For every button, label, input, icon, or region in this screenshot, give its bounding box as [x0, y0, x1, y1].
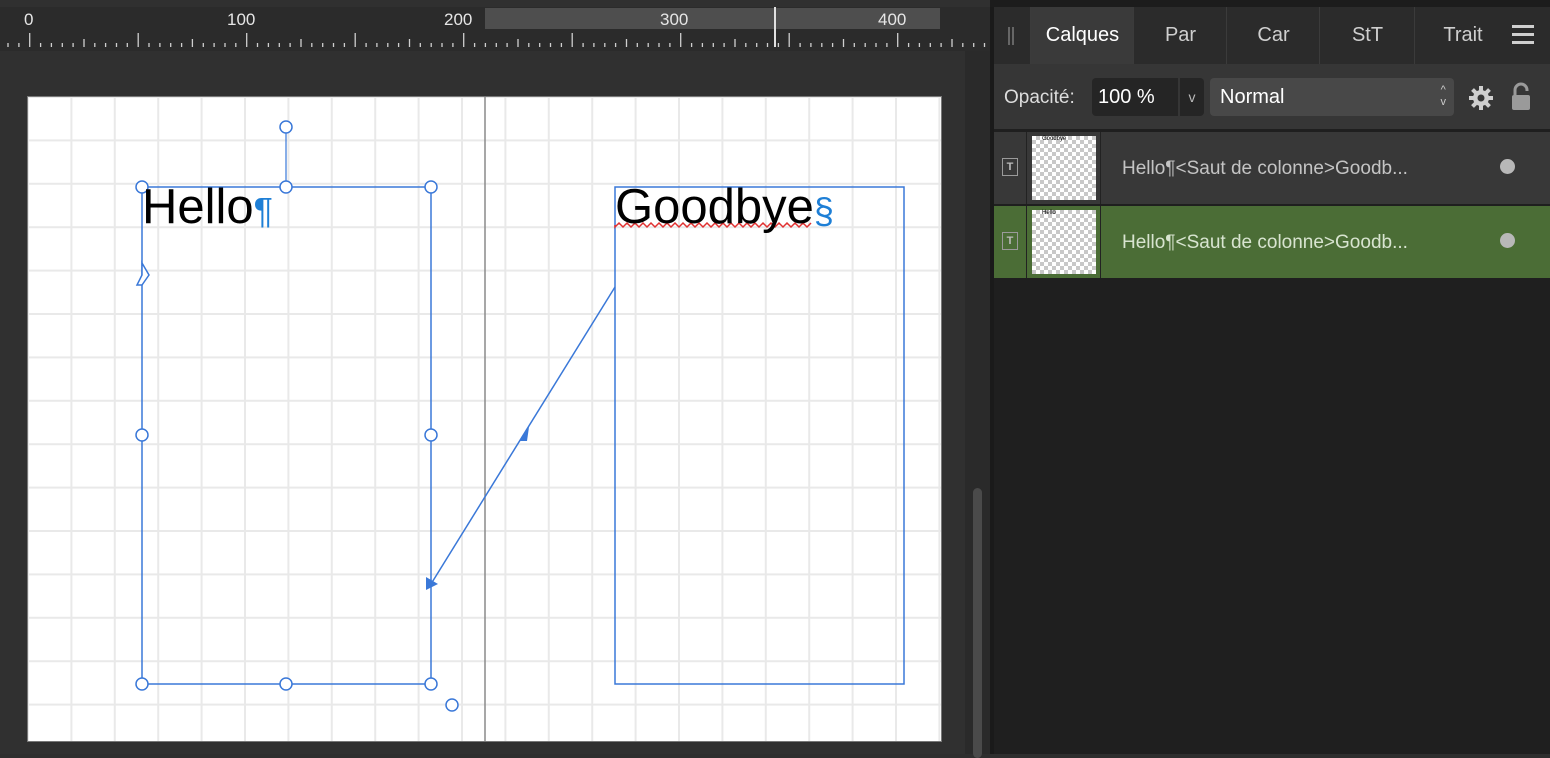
document-page[interactable]: Hello¶ Goodbye§: [28, 97, 941, 741]
layer-row-selected[interactable]: T Hello Hello¶<Saut de colonne>Goodb...: [994, 206, 1550, 278]
layer-toolbar: Opacité: 100 % v Normal ^ v: [994, 64, 1550, 129]
text-layer-icon: T: [1002, 232, 1018, 250]
vertical-scroll-thumb[interactable]: [973, 488, 982, 758]
hello-text[interactable]: Hello¶: [142, 183, 273, 232]
tab-car[interactable]: Car: [1226, 7, 1320, 64]
ruler-cursor-marker: [774, 7, 776, 47]
tab-trait[interactable]: Trait: [1414, 7, 1511, 64]
layer-thumbnail: Hello: [1032, 210, 1096, 274]
tab-par[interactable]: Par: [1133, 7, 1227, 64]
visibility-dot-icon[interactable]: [1500, 159, 1515, 174]
resize-handle-right[interactable]: [424, 428, 438, 442]
text-flow-in-marker[interactable]: [135, 260, 150, 286]
thumbnail-text: Hello: [1042, 210, 1056, 216]
tab-stt[interactable]: StT: [1319, 7, 1415, 64]
rotation-handle[interactable]: [279, 120, 293, 134]
gear-icon[interactable]: [1468, 85, 1494, 111]
layers-panel: Calques Par Car StT Trait Opacité: 100 %…: [994, 7, 1550, 754]
corner-radius-handle[interactable]: [445, 698, 459, 712]
visibility-dot-icon[interactable]: [1500, 233, 1515, 248]
layer-row[interactable]: T Goodbye Hello¶<Saut de colonne>Goodb..…: [994, 132, 1550, 204]
layer-name[interactable]: Hello¶<Saut de colonne>Goodb...: [1122, 158, 1408, 180]
right-text-frame[interactable]: [614, 186, 905, 685]
flow-arrow-end: [426, 577, 438, 590]
thumbnail-text: Goodbye: [1042, 136, 1067, 142]
horizontal-ruler[interactable]: 0 100 200 300 400: [0, 7, 990, 51]
up-down-chevron-icon: ^ v: [1440, 84, 1447, 108]
panel-menu-icon[interactable]: [1512, 25, 1534, 45]
text-flow-link: [430, 286, 616, 585]
blend-mode-select[interactable]: Normal ^ v: [1210, 78, 1454, 116]
layer-thumbnail: Goodbye: [1032, 136, 1096, 200]
ruler-label-200: 200: [444, 10, 473, 29]
resize-handle-top-right[interactable]: [424, 180, 438, 194]
lock-icon[interactable]: [1510, 82, 1532, 112]
goodbye-text[interactable]: Goodbye§: [615, 183, 834, 232]
drag-grip-icon[interactable]: [1008, 27, 1014, 45]
resize-handle-left[interactable]: [135, 428, 149, 442]
ruler-label-300: 300: [660, 10, 689, 29]
chevron-down-icon[interactable]: v: [1180, 78, 1204, 116]
vertical-scrollbar[interactable]: [965, 51, 990, 758]
text-layer-icon: T: [1002, 158, 1018, 176]
opacity-label: Opacité:: [1004, 87, 1075, 108]
hello-word: Hello: [142, 180, 254, 234]
blend-mode-value: Normal: [1220, 86, 1285, 108]
panel-tab-bar: Calques Par Car StT Trait: [994, 7, 1550, 64]
section-mark: §: [813, 190, 834, 231]
opacity-input[interactable]: 100 %: [1092, 78, 1178, 116]
resize-handle-bottom-left[interactable]: [135, 677, 149, 691]
paragraph-mark: ¶: [253, 190, 274, 231]
canvas-workarea[interactable]: 0 100 200 300 400 Hello¶ Goodbye§: [0, 0, 990, 758]
tab-calques[interactable]: Calques: [1030, 7, 1134, 64]
ruler-label-400: 400: [878, 10, 907, 29]
ruler-label-100: 100: [227, 10, 256, 29]
ruler-ticks: [7, 33, 986, 47]
layer-name[interactable]: Hello¶<Saut de colonne>Goodb...: [1122, 232, 1408, 254]
goodbye-word: Goodbye: [615, 180, 814, 234]
ruler-label-0: 0: [24, 10, 34, 29]
resize-handle-bottom[interactable]: [279, 677, 293, 691]
resize-handle-bottom-right[interactable]: [424, 677, 438, 691]
left-text-frame[interactable]: [141, 186, 432, 685]
resize-handle-top[interactable]: [279, 180, 293, 194]
